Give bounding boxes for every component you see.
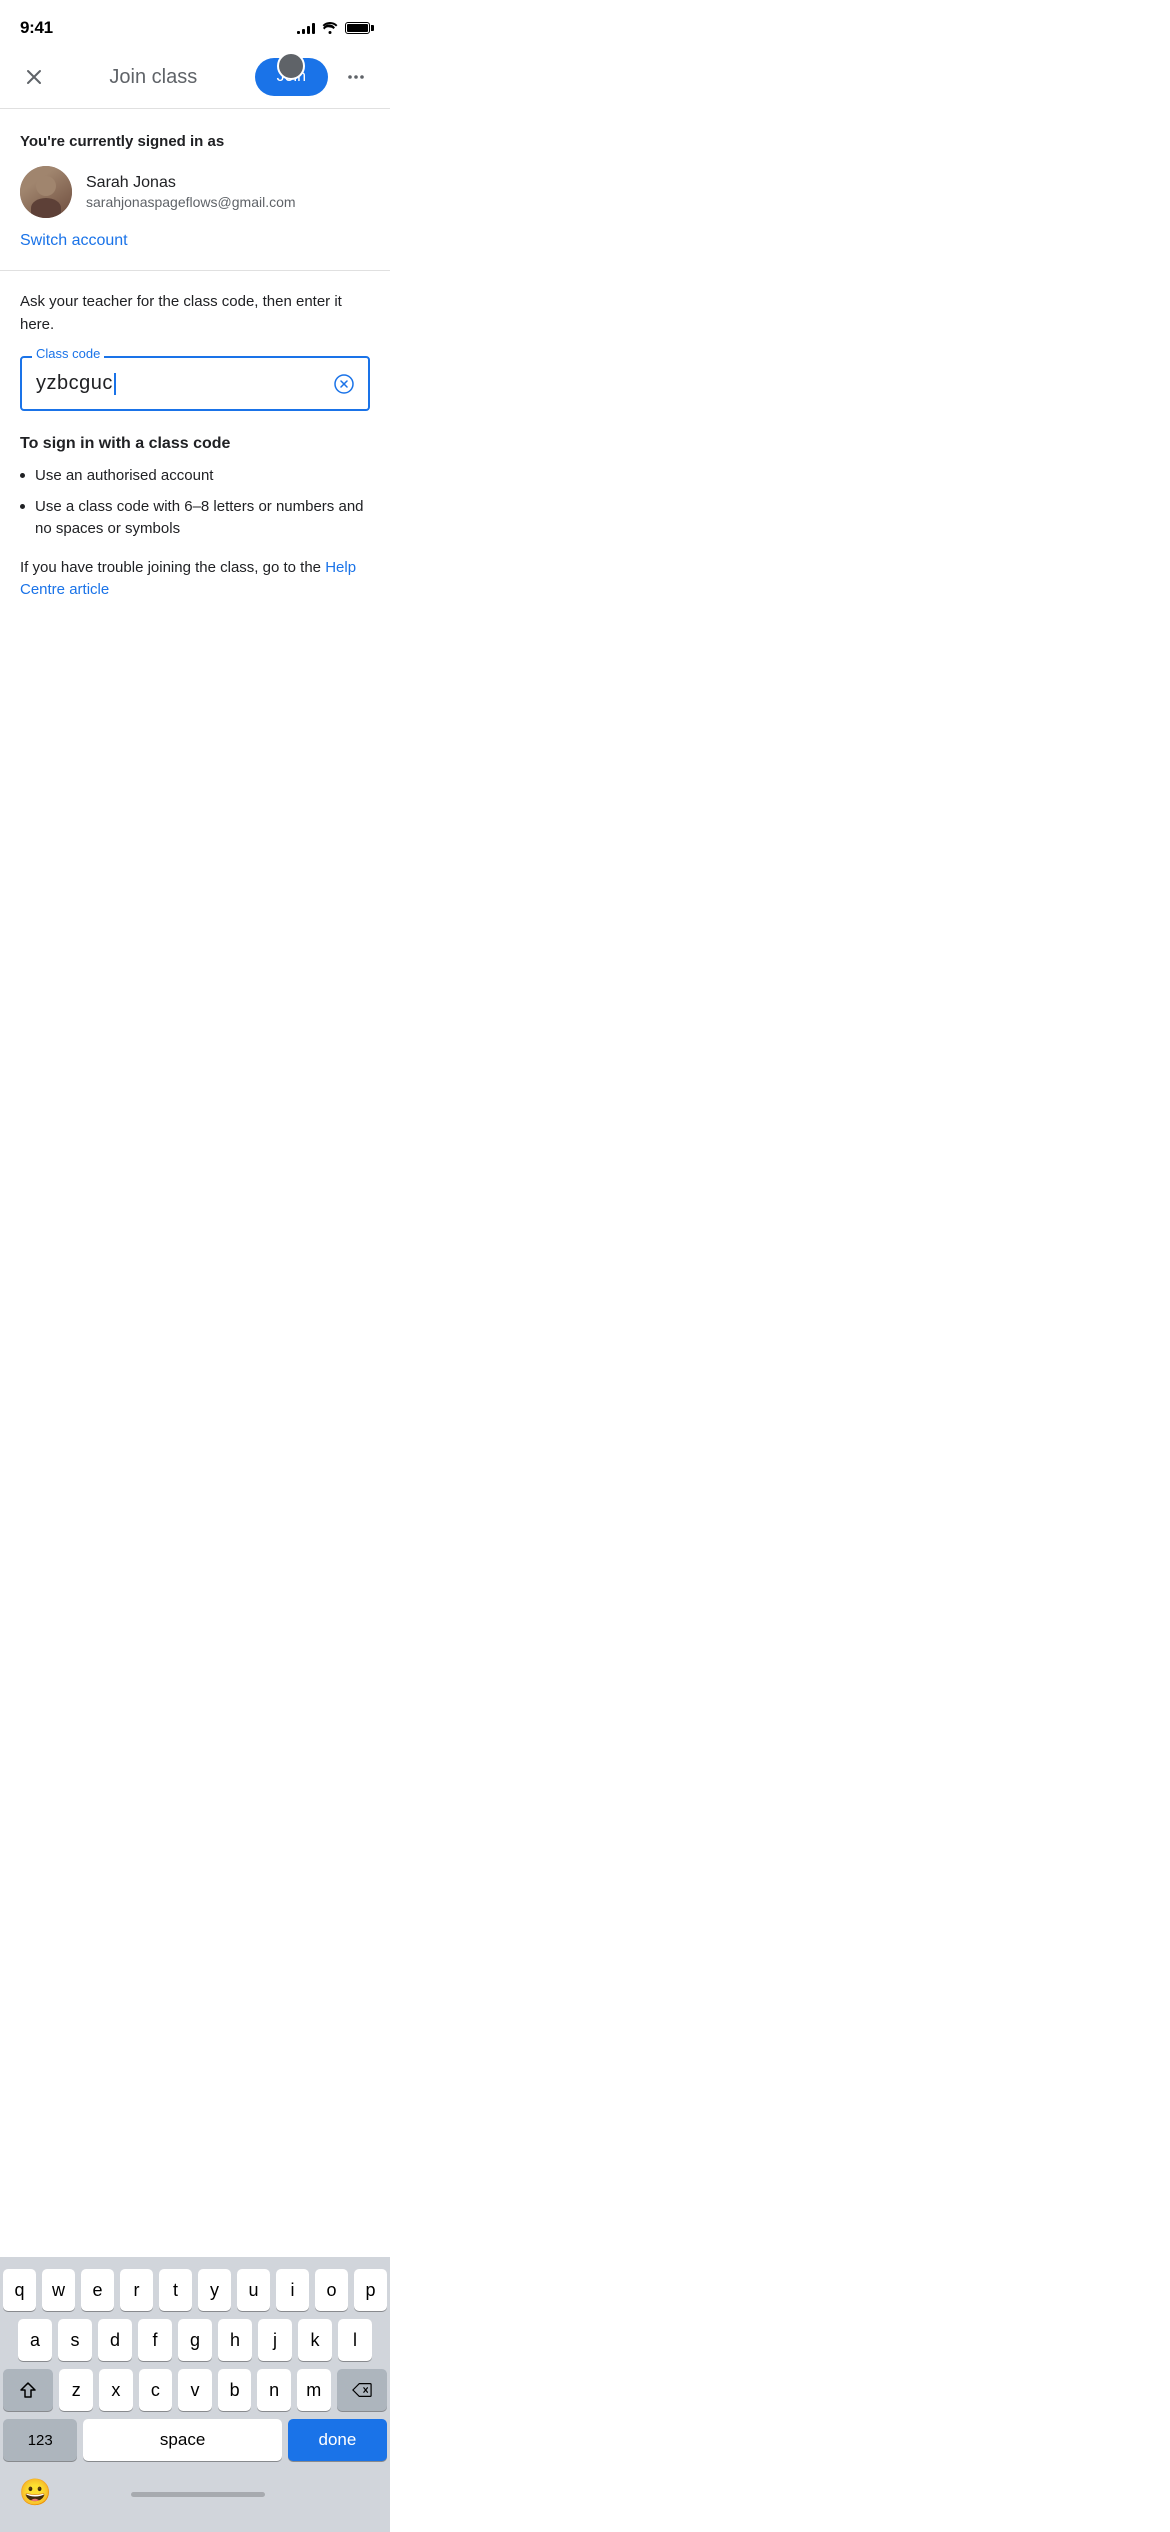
- signal-icon: [297, 22, 315, 34]
- battery-icon: [345, 22, 370, 34]
- key-h[interactable]: h: [218, 2319, 252, 2361]
- key-z[interactable]: z: [59, 2369, 93, 2411]
- space-key[interactable]: space: [83, 2419, 281, 2461]
- class-code-value: yzbcguc: [36, 372, 324, 395]
- avatar-image: [20, 166, 72, 218]
- close-button[interactable]: [16, 59, 52, 95]
- class-code-field[interactable]: Class code yzbcguc: [20, 356, 370, 411]
- keyboard-row-3: z x c v b n m: [3, 2369, 387, 2411]
- keyboard-row-1: q w e r t y u i o p: [3, 2269, 387, 2311]
- nav-right: Join: [255, 58, 374, 96]
- key-i[interactable]: i: [276, 2269, 309, 2311]
- sign-in-title: To sign in with a class code: [20, 435, 370, 453]
- key-m[interactable]: m: [297, 2369, 331, 2411]
- key-g[interactable]: g: [178, 2319, 212, 2361]
- page-title: Join class: [109, 66, 197, 89]
- home-indicator: [131, 2492, 265, 2497]
- key-f[interactable]: f: [138, 2319, 172, 2361]
- key-b[interactable]: b: [218, 2369, 252, 2411]
- user-name: Sarah Jonas: [86, 174, 296, 192]
- bullet-list: Use an authorised account Use a class co…: [20, 465, 370, 541]
- user-info: Sarah Jonas sarahjonaspageflows@gmail.co…: [20, 166, 370, 218]
- key-e[interactable]: e: [81, 2269, 114, 2311]
- key-a[interactable]: a: [18, 2319, 52, 2361]
- key-n[interactable]: n: [257, 2369, 291, 2411]
- keyboard: q w e r t y u i o p a s d f g h j k l z …: [0, 2257, 390, 2532]
- divider: [0, 270, 390, 271]
- key-d[interactable]: d: [98, 2319, 132, 2361]
- status-icons: [297, 20, 370, 37]
- class-code-input[interactable]: yzbcguc: [20, 356, 370, 411]
- user-details: Sarah Jonas sarahjonaspageflows@gmail.co…: [86, 174, 296, 210]
- text-cursor: [114, 373, 116, 395]
- key-k[interactable]: k: [298, 2319, 332, 2361]
- status-bar: 9:41: [0, 0, 390, 50]
- key-s[interactable]: s: [58, 2319, 92, 2361]
- help-text: If you have trouble joining the class, g…: [20, 557, 370, 602]
- key-w[interactable]: w: [42, 2269, 75, 2311]
- key-r[interactable]: r: [120, 2269, 153, 2311]
- keyboard-row-2: a s d f g h j k l: [3, 2319, 387, 2361]
- key-c[interactable]: c: [139, 2369, 173, 2411]
- key-j[interactable]: j: [258, 2319, 292, 2361]
- status-time: 9:41: [20, 18, 53, 38]
- more-button[interactable]: [338, 59, 374, 95]
- main-content: You're currently signed in as Sarah Jona…: [0, 109, 390, 602]
- key-l[interactable]: l: [338, 2319, 372, 2361]
- keyboard-row-4: 123 space done: [3, 2419, 387, 2461]
- key-q[interactable]: q: [3, 2269, 36, 2311]
- emoji-button[interactable]: 😀: [19, 2477, 51, 2508]
- avatar: [277, 52, 305, 80]
- instruction-text: Ask your teacher for the class code, the…: [20, 291, 370, 336]
- num-key[interactable]: 123: [3, 2419, 77, 2461]
- key-u[interactable]: u: [237, 2269, 270, 2311]
- key-o[interactable]: o: [315, 2269, 348, 2311]
- nav-bar: Join class Join: [0, 50, 390, 109]
- list-item: Use a class code with 6–8 letters or num…: [20, 496, 370, 541]
- clear-button[interactable]: [330, 370, 358, 398]
- key-x[interactable]: x: [99, 2369, 133, 2411]
- backspace-key[interactable]: [337, 2369, 387, 2411]
- bullet-dot: [20, 473, 25, 478]
- key-y[interactable]: y: [198, 2269, 231, 2311]
- join-button[interactable]: Join: [255, 58, 328, 96]
- input-label: Class code: [32, 346, 104, 361]
- key-v[interactable]: v: [178, 2369, 212, 2411]
- key-p[interactable]: p: [354, 2269, 387, 2311]
- switch-account-link[interactable]: Switch account: [20, 232, 128, 250]
- key-t[interactable]: t: [159, 2269, 192, 2311]
- user-email: sarahjonaspageflows@gmail.com: [86, 194, 296, 210]
- signed-in-label: You're currently signed in as: [20, 133, 370, 150]
- shift-key[interactable]: [3, 2369, 53, 2411]
- bottom-bar: 😀: [3, 2469, 387, 2528]
- done-key[interactable]: done: [288, 2419, 387, 2461]
- list-item: Use an authorised account: [20, 465, 370, 488]
- bullet-dot: [20, 504, 25, 509]
- avatar: [20, 166, 72, 218]
- wifi-icon: [321, 20, 339, 37]
